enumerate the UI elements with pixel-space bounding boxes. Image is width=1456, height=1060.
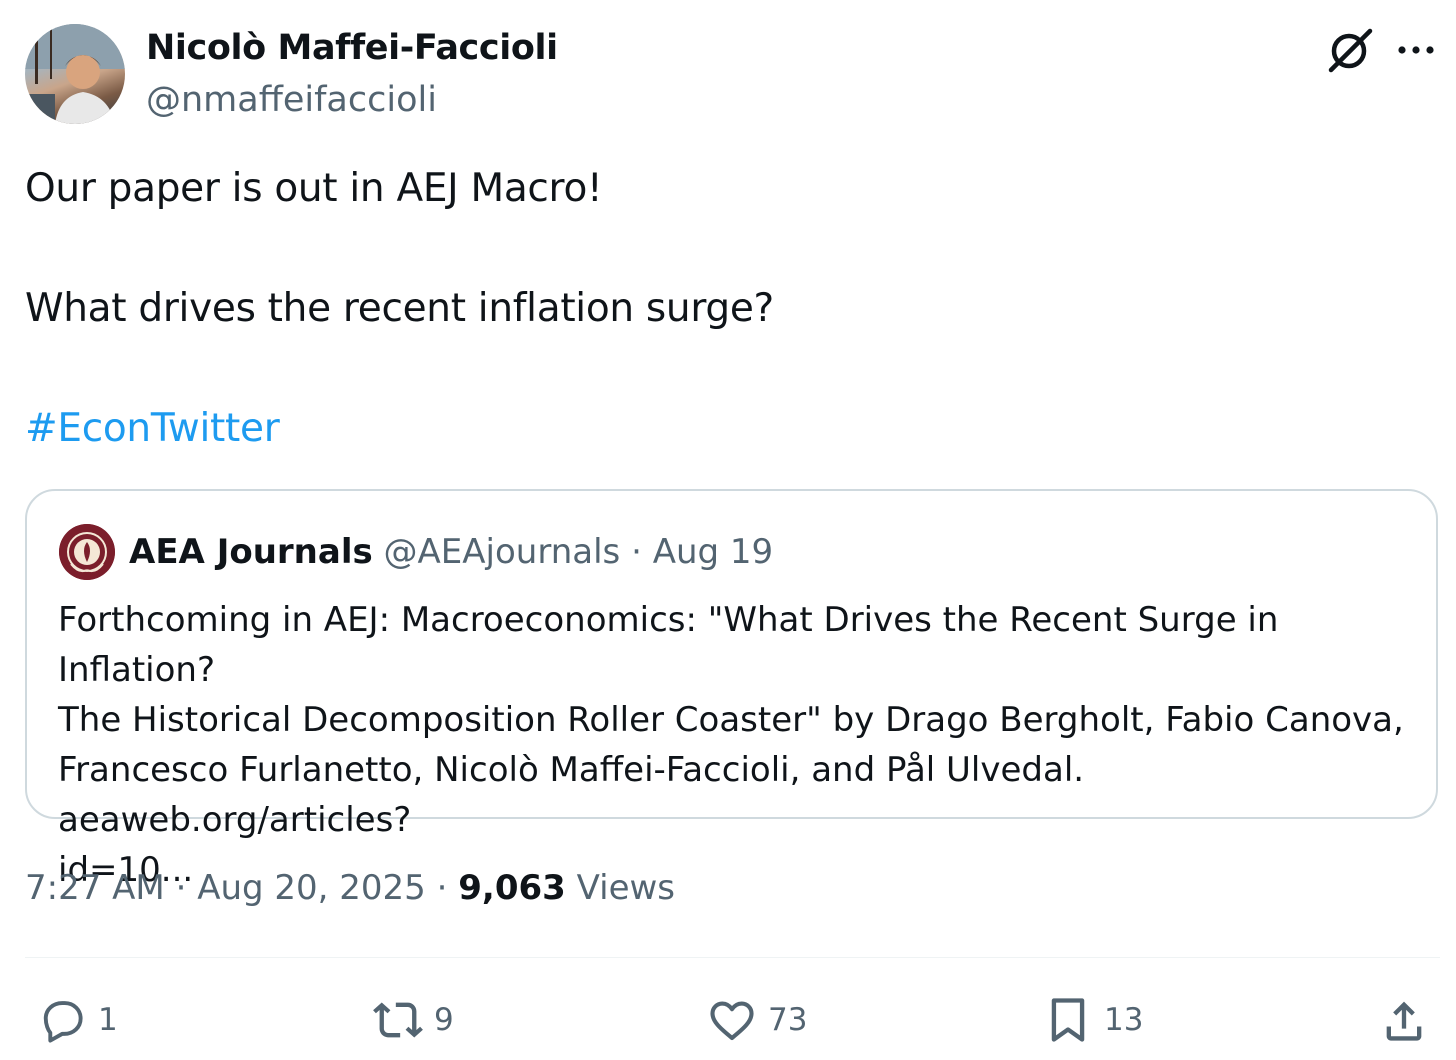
author-avatar[interactable] — [25, 24, 125, 124]
reply-count: 1 — [98, 1002, 118, 1038]
repost-icon — [373, 1002, 423, 1038]
more-icon[interactable] — [1394, 30, 1438, 70]
author-handle[interactable]: @nmaffeifaccioli — [146, 80, 437, 120]
like-button[interactable]: 73 — [706, 992, 807, 1048]
bookmark-icon — [1051, 998, 1085, 1042]
repost-count: 9 — [434, 1002, 454, 1038]
quote-date[interactable]: Aug 19 — [653, 532, 773, 572]
share-button[interactable] — [1378, 992, 1430, 1048]
repost-button[interactable]: 9 — [372, 992, 454, 1048]
tweet-date[interactable]: Aug 20, 2025 — [197, 868, 426, 908]
share-icon — [1386, 1001, 1422, 1041]
quote-separator: · — [631, 532, 642, 572]
avatar-photo — [25, 24, 125, 124]
meta-separator: · — [436, 868, 448, 908]
tweet-time[interactable]: 7:27 AM — [25, 868, 165, 908]
quote-text: Forthcoming in AEJ: Macroeconomics: "Wha… — [58, 600, 1404, 890]
bookmark-button[interactable]: 13 — [1042, 992, 1143, 1048]
reply-icon — [43, 1001, 83, 1043]
views-label: Views — [576, 868, 676, 908]
meta-separator: · — [175, 868, 187, 908]
quote-header: AEA Journals @AEAjournals · Aug 19 — [129, 532, 773, 572]
tweet-meta: 7:27 AM · Aug 20, 2025 · 9,063 Views — [25, 868, 675, 908]
grok-icon[interactable] — [1326, 26, 1374, 74]
tweet-text-line-2: What drives the recent inflation surge? — [25, 286, 774, 331]
quoted-tweet-card[interactable]: AEA Journals @AEAjournals · Aug 19 Forth… — [25, 489, 1438, 890]
aea-logo-icon — [59, 524, 115, 580]
author-display-name[interactable]: Nicolò Maffei-Faccioli — [146, 28, 558, 68]
reply-button[interactable]: 1 — [36, 992, 118, 1048]
divider — [25, 957, 1440, 958]
bookmark-count: 13 — [1104, 1002, 1144, 1038]
like-icon — [710, 1001, 754, 1041]
hashtag-link[interactable]: #EconTwitter — [25, 406, 280, 451]
quote-handle[interactable]: @AEAjournals — [384, 532, 621, 572]
quote-display-name[interactable]: AEA Journals — [129, 532, 373, 572]
tweet-text-line-1: Our paper is out in AEJ Macro! — [25, 166, 603, 211]
quote-author-avatar[interactable] — [59, 524, 115, 580]
views-count: 9,063 — [458, 868, 566, 908]
like-count: 73 — [768, 1002, 808, 1038]
